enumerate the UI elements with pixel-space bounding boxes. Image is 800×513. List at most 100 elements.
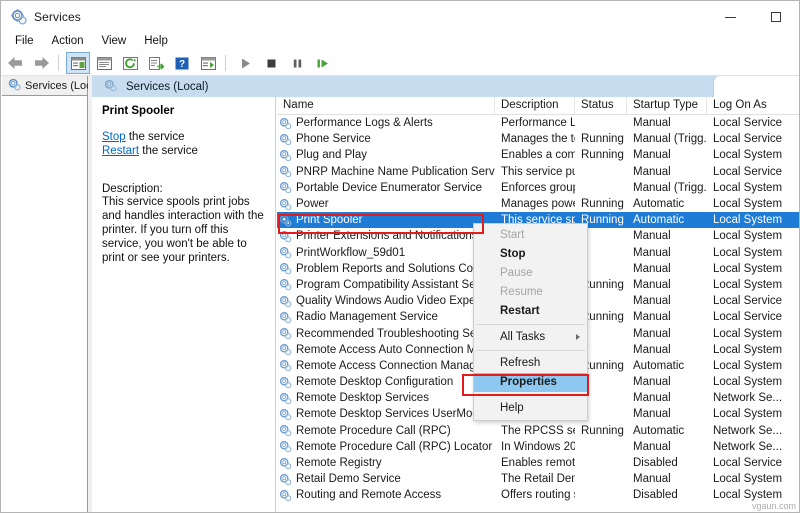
cell-name: Printer Extensions and Notifications <box>277 230 495 243</box>
cell-startup-type: Manual <box>627 263 707 275</box>
cell-log-on-as: Local System <box>707 344 797 356</box>
maximize-button[interactable] <box>753 1 799 33</box>
cell-name: Retail Demo Service <box>277 473 495 486</box>
cell-description: In Windows 200... <box>495 441 575 453</box>
cell-log-on-as: Local Service <box>707 133 797 145</box>
window-controls <box>707 1 799 33</box>
service-detail-title: Print Spooler <box>102 105 265 117</box>
cell-startup-type: Manual <box>627 392 707 404</box>
service-gear-icon <box>279 278 292 291</box>
context-menu-item-help[interactable]: Help <box>474 399 587 418</box>
cell-startup-type: Disabled <box>627 489 707 501</box>
service-gear-icon <box>279 230 292 243</box>
menu-help[interactable]: Help <box>136 33 176 49</box>
service-name-label: Portable Device Enumerator Service <box>296 182 482 194</box>
table-row[interactable]: Remote Procedure Call (RPC)The RPCSS ser… <box>277 423 799 439</box>
back-arrow-icon[interactable] <box>3 52 27 74</box>
context-menu-item-start: Start <box>474 226 587 245</box>
restart-service-link[interactable]: Restart <box>102 145 139 157</box>
help-icon[interactable]: ? <box>170 52 194 74</box>
minimize-icon <box>725 17 736 18</box>
refresh-icon[interactable] <box>118 52 142 74</box>
stop-service-link[interactable]: Stop <box>102 131 126 143</box>
cell-status: Running <box>575 425 627 437</box>
column-header-description[interactable]: Description <box>495 97 575 114</box>
service-name-label: Retail Demo Service <box>296 473 401 485</box>
cell-log-on-as: Local System <box>707 198 797 210</box>
cell-name: Remote Desktop Configuration <box>277 376 495 389</box>
export-list-icon[interactable] <box>144 52 168 74</box>
table-row[interactable]: Portable Device Enumerator ServiceEnforc… <box>277 180 799 196</box>
cell-log-on-as: Network Se... <box>707 425 797 437</box>
context-menu-item-restart[interactable]: Restart <box>474 302 587 321</box>
minimize-button[interactable] <box>707 1 753 33</box>
cell-log-on-as: Local System <box>707 263 797 275</box>
cell-name: Quality Windows Audio Video Experie... <box>277 295 495 308</box>
cell-name: Power <box>277 198 495 211</box>
svg-text:?: ? <box>179 59 185 70</box>
console-tree-root[interactable]: Services (Local) <box>2 76 88 96</box>
context-menu-item-label: Restart <box>500 305 540 317</box>
column-header-name[interactable]: Name <box>277 97 495 114</box>
stop-service-icon[interactable] <box>259 52 283 74</box>
table-row[interactable]: Retail Demo Service The Retail Dem... Manu… <box>277 471 799 487</box>
cell-log-on-as: Local System <box>707 149 797 161</box>
table-row[interactable]: Phone ServiceManages the te...RunningMan… <box>277 131 799 147</box>
toolbar-separator-2 <box>225 55 226 71</box>
table-row[interactable]: Performance Logs & AlertsPerformance Lo.… <box>277 115 799 131</box>
extended-view-tab[interactable]: Services (Local) <box>92 76 712 97</box>
services-gear-icon <box>104 79 117 95</box>
extended-view-tab-label: Services (Local) <box>126 81 208 93</box>
table-row[interactable]: PNRP Machine Name Publication ServiceThi… <box>277 164 799 180</box>
show-hide-action-pane-icon[interactable] <box>196 52 220 74</box>
forward-arrow-icon[interactable] <box>29 52 53 74</box>
properties-icon[interactable] <box>92 52 116 74</box>
service-name-label: Power <box>296 198 329 210</box>
show-hide-console-tree-icon[interactable] <box>66 52 90 74</box>
context-menu-item-stop[interactable]: Stop <box>474 245 587 264</box>
restart-service-suffix: the service <box>139 145 198 157</box>
cell-log-on-as: Network Se... <box>707 441 797 453</box>
column-header-startup-type[interactable]: Startup Type <box>627 97 707 114</box>
table-row[interactable]: PowerManages powe...RunningAutomaticLoca… <box>277 196 799 212</box>
table-row[interactable]: Plug and PlayEnables a comp...RunningMan… <box>277 147 799 163</box>
context-menu-item-refresh[interactable]: Refresh <box>474 354 587 373</box>
table-row[interactable]: Remote RegistryEnables remote...Disabled… <box>277 455 799 471</box>
restart-service-line: Restart the service <box>102 145 265 157</box>
start-service-icon[interactable] <box>233 52 257 74</box>
column-header-log-on-as[interactable]: Log On As <box>707 97 797 114</box>
cell-startup-type: Automatic <box>627 198 707 210</box>
service-gear-icon <box>279 181 292 194</box>
cell-log-on-as: Local Service <box>707 311 797 323</box>
cell-log-on-as: Local System <box>707 473 797 485</box>
toolbar: ? <box>1 51 799 76</box>
service-name-label: Remote Procedure Call (RPC) Locator <box>296 441 492 453</box>
context-menu-item-all-tasks[interactable]: All Tasks <box>474 328 587 347</box>
context-menu-item-properties[interactable]: Properties <box>474 373 587 392</box>
cell-startup-type: Manual <box>627 408 707 420</box>
column-header-status[interactable]: Status <box>575 97 627 114</box>
service-gear-icon <box>279 165 292 178</box>
service-name-label: Routing and Remote Access <box>296 489 441 501</box>
cell-description: The Retail Dem... <box>495 473 575 485</box>
cell-log-on-as: Local System <box>707 376 797 388</box>
restart-service-icon[interactable] <box>311 52 335 74</box>
cell-name: Print Spooler <box>277 214 495 227</box>
menu-file[interactable]: File <box>7 33 42 49</box>
cell-startup-type: Manual <box>627 473 707 485</box>
cell-log-on-as: Local Service <box>707 117 797 129</box>
pause-service-icon[interactable] <box>285 52 309 74</box>
list-column-headers: Name Description Status Startup Type Log… <box>277 97 799 115</box>
menu-view[interactable]: View <box>94 33 135 49</box>
cell-log-on-as: Local System <box>707 360 797 372</box>
service-gear-icon <box>279 133 292 146</box>
menu-action[interactable]: Action <box>44 33 92 49</box>
table-row[interactable]: Routing and Remote AccessOffers routing … <box>277 487 799 503</box>
cell-startup-type: Manual <box>627 279 707 291</box>
watermark: vgaun.com <box>752 501 796 511</box>
service-gear-icon <box>279 359 292 372</box>
cell-description: Enables remote... <box>495 457 575 469</box>
table-row[interactable]: Remote Procedure Call (RPC) LocatorIn Wi… <box>277 439 799 455</box>
cell-log-on-as: Local System <box>707 408 797 420</box>
cell-name: Remote Registry <box>277 457 495 470</box>
